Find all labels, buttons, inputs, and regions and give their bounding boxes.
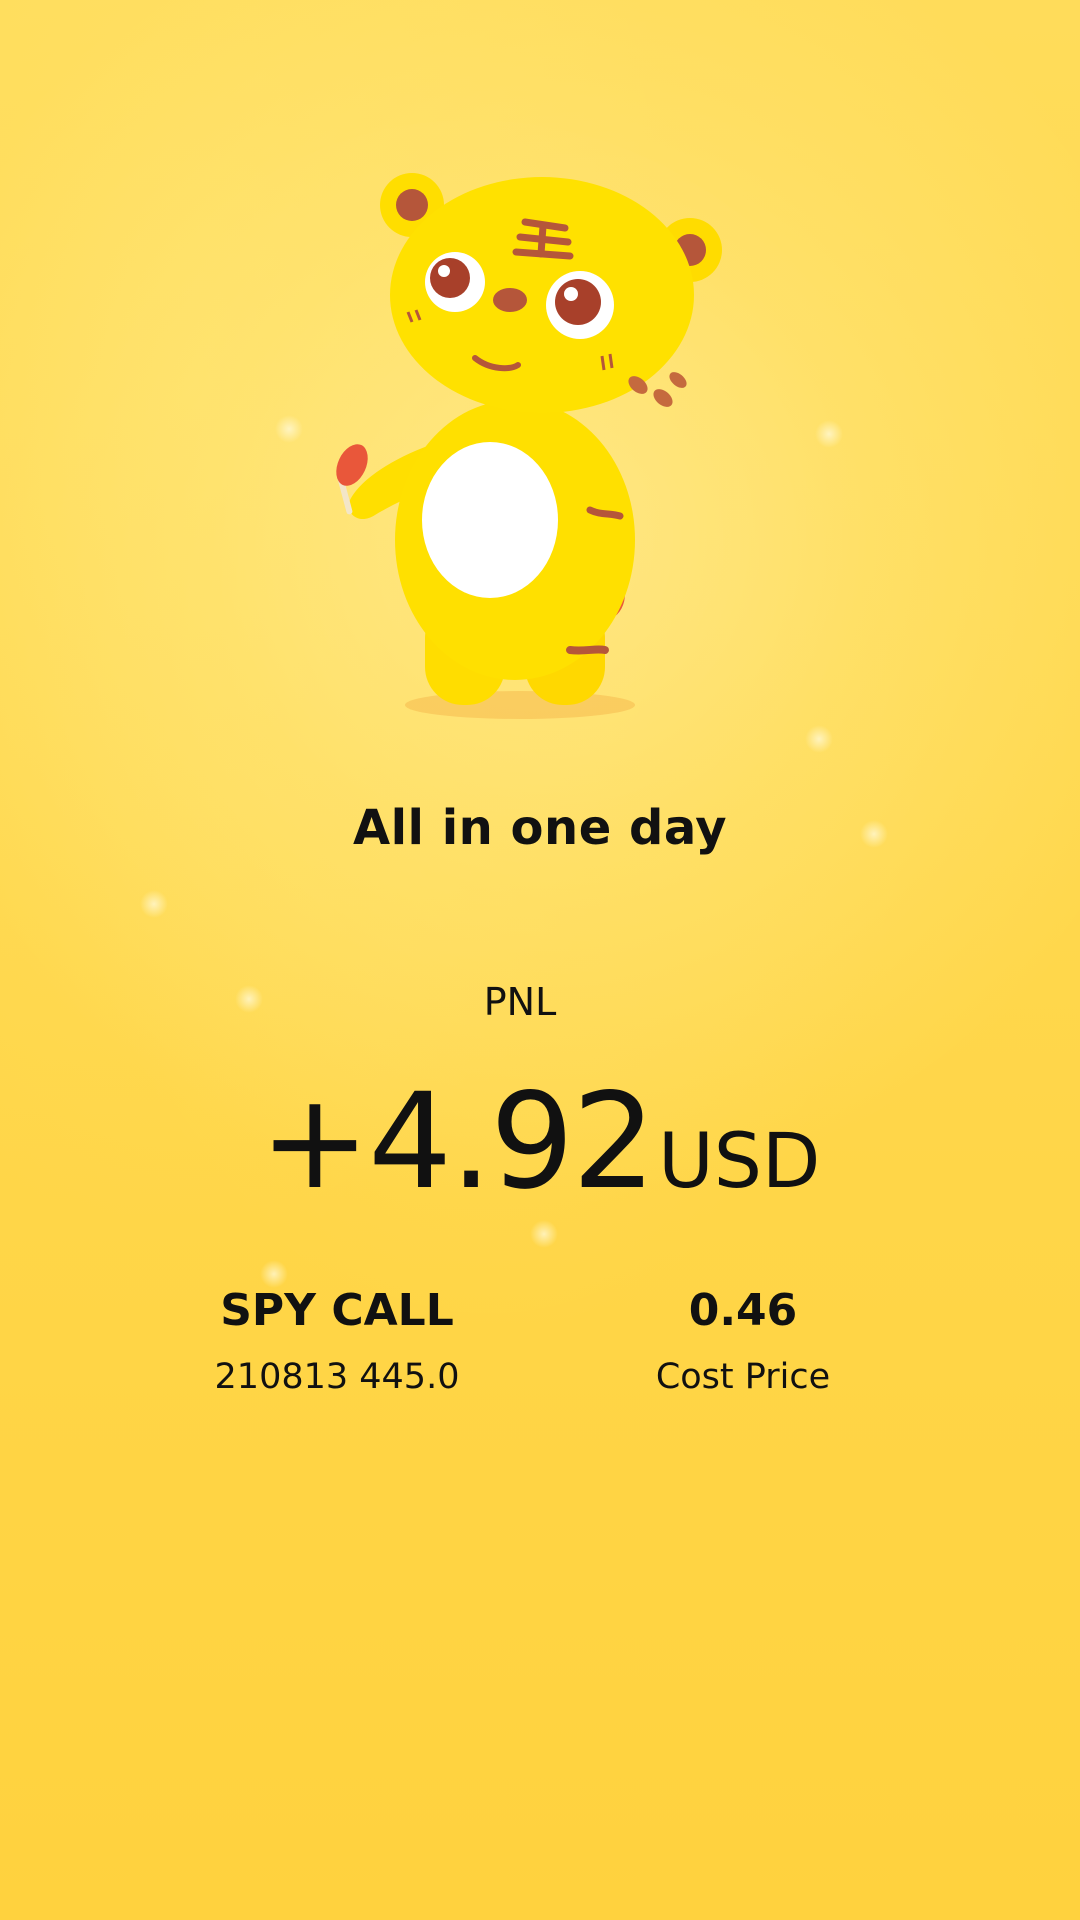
pnl-currency: USD	[658, 1116, 821, 1205]
cost-info: 0.46 Cost Price	[543, 1285, 943, 1397]
sparkle-icon	[815, 420, 843, 448]
cost-price-value: 0.46	[688, 1285, 798, 1336]
tiger-mascot-icon	[320, 170, 750, 730]
headline: All in one day	[352, 800, 728, 856]
sparkle-icon	[275, 415, 303, 443]
sparkle-icon	[140, 890, 168, 918]
position-contract: 210813 445.0	[214, 1357, 460, 1397]
cost-price-label: Cost Price	[655, 1357, 831, 1397]
pnl-amount: +4.92	[259, 1065, 657, 1219]
sparkle-icon	[805, 725, 833, 753]
pnl-value: +4.92USD	[0, 1065, 1080, 1219]
position-name: SPY CALL	[220, 1285, 454, 1336]
sparkle-icon	[260, 1260, 288, 1288]
pnl-label: PNL	[483, 980, 557, 1024]
sparkle-icon	[530, 1220, 558, 1248]
position-info: SPY CALL 210813 445.0	[137, 1285, 537, 1397]
